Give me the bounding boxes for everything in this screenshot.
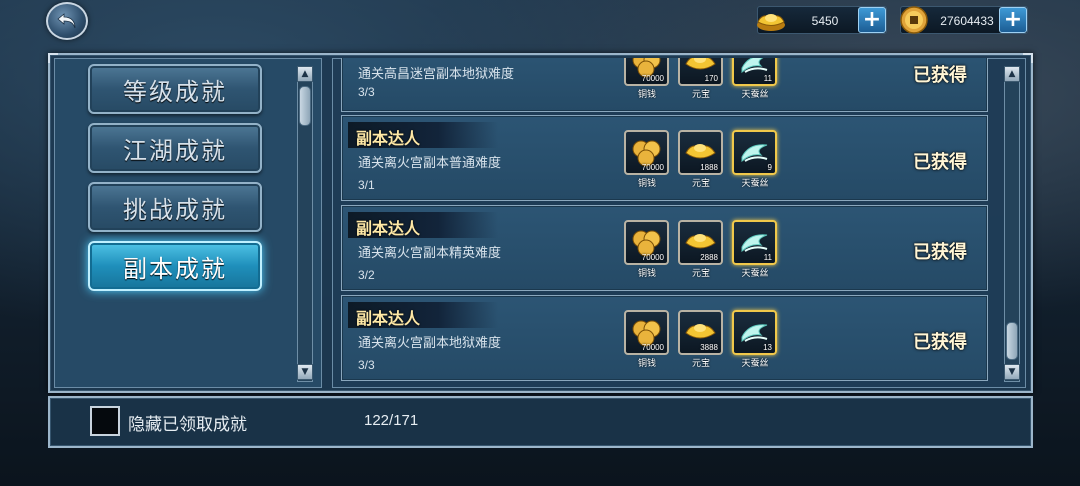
add-coins-button[interactable]: +: [999, 7, 1027, 33]
hide-claimed-checkbox[interactable]: [90, 406, 120, 436]
reward-gold-ingot[interactable]: 3888 元宝: [678, 310, 724, 369]
reward-quantity: 3888: [700, 343, 718, 352]
reward-name: 铜钱: [637, 179, 656, 189]
achievement-row: 副本达人 通关离火宫副本普通难度 3/1 70000 铜钱 1888 元宝 9 …: [341, 115, 988, 201]
copper-coin-balance: 27604433 +: [900, 6, 1028, 34]
copper-coin-icon: [900, 6, 928, 34]
plus-icon: +: [1003, 7, 1023, 32]
reward-name: 天蚕丝: [741, 90, 769, 100]
scroll-up-arrow-icon[interactable]: ▲: [1004, 66, 1020, 82]
achievement-description: 通关离火宫副本普通难度: [358, 156, 502, 171]
back-button[interactable]: [46, 2, 88, 40]
reward-gold-ingot[interactable]: 1888 元宝: [678, 130, 724, 189]
reward-name: 元宝: [691, 359, 710, 369]
achievement-row: 副本达人 通关离火宫副本地狱难度 3/3 70000 铜钱 3888 元宝 13…: [341, 295, 988, 381]
reward-quantity: 9: [767, 163, 772, 172]
reward-quantity: 13: [763, 343, 772, 352]
reward-quantity: 11: [763, 74, 772, 83]
gold-ingot-balance: 5450 +: [757, 6, 887, 34]
reward-copper-coins[interactable]: 70000 铜钱: [624, 310, 670, 369]
reward-quantity: 1888: [700, 163, 718, 172]
reward-quantity: 2888: [700, 253, 718, 262]
achievement-progress: 3/3: [358, 85, 375, 99]
achievement-status: 已获得: [913, 152, 967, 173]
achievement-progress: 3/1: [358, 178, 375, 192]
gold-ingot-amount: 5450: [811, 14, 839, 28]
achievement-title: 副本达人: [356, 129, 421, 148]
back-arrow-icon: [57, 13, 76, 29]
achievement-count: 122/171: [364, 412, 419, 429]
reward-silkworm-silk[interactable]: 11 天蚕丝: [732, 58, 778, 100]
reward-quantity: 70000: [641, 74, 664, 83]
scroll-down-arrow-icon[interactable]: ▼: [1004, 364, 1020, 380]
achievement-description: 通关离火宫副本地狱难度: [358, 336, 502, 351]
reward-name: 元宝: [691, 179, 710, 189]
reward-copper-coins[interactable]: 70000 铜钱: [624, 130, 670, 189]
reward-name: 元宝: [691, 90, 710, 100]
reward-gold-ingot[interactable]: 170 元宝: [678, 58, 724, 100]
achievement-title: 副本达人: [356, 219, 421, 238]
scroll-down-arrow-icon[interactable]: ▼: [297, 364, 313, 380]
reward-name: 铜钱: [637, 90, 656, 100]
achievement-row: 通关高昌迷宫副本地狱难度 3/3 70000 铜钱 170 元宝 11 天蚕丝 …: [341, 58, 988, 112]
reward-silkworm-silk[interactable]: 11 天蚕丝: [732, 220, 778, 279]
hide-claimed-label[interactable]: 隐藏已领取成就: [128, 410, 247, 435]
achievement-description: 通关高昌迷宫副本地狱难度: [358, 67, 515, 82]
reward-name: 天蚕丝: [741, 269, 769, 279]
reward-name: 铜钱: [637, 269, 656, 279]
achievement-status: 已获得: [913, 332, 967, 353]
achievement-status: 已获得: [913, 65, 967, 86]
category-scroll-thumb[interactable]: [299, 86, 311, 126]
achievement-progress: 3/3: [358, 358, 375, 372]
reward-name: 天蚕丝: [741, 359, 769, 369]
reward-gold-ingot[interactable]: 2888 元宝: [678, 220, 724, 279]
achievement-row: 副本达人 通关离火宫副本精英难度 3/2 70000 铜钱 2888 元宝 11…: [341, 205, 988, 291]
scroll-up-arrow-icon[interactable]: ▲: [297, 66, 313, 82]
achievement-progress: 3/2: [358, 268, 375, 282]
reward-silkworm-silk[interactable]: 9 天蚕丝: [732, 130, 778, 189]
achievement-scroll-thumb[interactable]: [1006, 322, 1018, 360]
reward-quantity: 70000: [641, 343, 664, 352]
reward-quantity: 11: [763, 253, 772, 262]
reward-quantity: 170: [704, 74, 718, 83]
reward-quantity: 70000: [641, 253, 664, 262]
reward-name: 天蚕丝: [741, 179, 769, 189]
category-jianghu-button[interactable]: 江湖成就: [88, 123, 262, 173]
reward-quantity: 70000: [641, 163, 664, 172]
reward-name: 铜钱: [637, 359, 656, 369]
copper-coin-amount: 27604433: [940, 14, 994, 28]
reward-name: 元宝: [691, 269, 710, 279]
reward-copper-coins[interactable]: 70000 铜钱: [624, 58, 670, 100]
plus-icon: +: [862, 7, 882, 32]
add-gold-button[interactable]: +: [858, 7, 886, 33]
reward-copper-coins[interactable]: 70000 铜钱: [624, 220, 670, 279]
category-level-button[interactable]: 等级成就: [88, 64, 262, 114]
category-challenge-button[interactable]: 挑战成就: [88, 182, 262, 232]
achievement-title: 副本达人: [356, 309, 421, 328]
gold-ingot-icon: [757, 14, 785, 31]
category-dungeon-button[interactable]: 副本成就: [88, 241, 262, 291]
achievement-description: 通关离火宫副本精英难度: [358, 246, 502, 261]
reward-silkworm-silk[interactable]: 13 天蚕丝: [732, 310, 778, 369]
achievement-status: 已获得: [913, 242, 967, 263]
